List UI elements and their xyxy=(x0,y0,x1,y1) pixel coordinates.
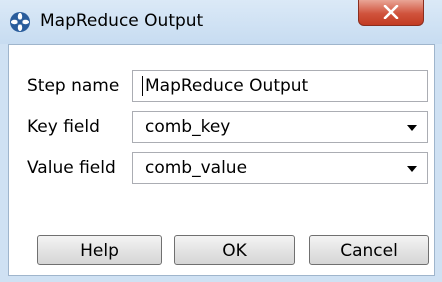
cancel-button[interactable]: Cancel xyxy=(309,235,429,265)
value-field-select[interactable]: comb_value xyxy=(132,152,428,184)
window-title: MapReduce Output xyxy=(40,11,204,31)
chevron-down-icon[interactable] xyxy=(407,166,417,172)
text-caret xyxy=(142,76,143,96)
dialog-body: Step name MapReduce Output Key field com… xyxy=(8,44,435,276)
value-field-label: Value field xyxy=(27,158,116,178)
chevron-down-icon[interactable] xyxy=(407,125,417,131)
key-field-value: comb_key xyxy=(145,117,231,137)
step-name-label: Step name xyxy=(27,76,120,96)
close-button[interactable] xyxy=(358,0,424,26)
key-field-label: Key field xyxy=(27,117,100,137)
dialog-window: MapReduce Output Step name MapReduce Out… xyxy=(0,0,442,282)
kettle-spoon-icon xyxy=(9,11,31,33)
value-field-value: comb_value xyxy=(145,158,248,178)
help-button[interactable]: Help xyxy=(37,235,162,265)
title-bar[interactable]: MapReduce Output xyxy=(0,0,442,44)
key-field-select[interactable]: comb_key xyxy=(132,111,428,143)
ok-button[interactable]: OK xyxy=(174,235,295,265)
step-name-input[interactable]: MapReduce Output xyxy=(132,70,428,102)
step-name-value: MapReduce Output xyxy=(145,76,309,96)
